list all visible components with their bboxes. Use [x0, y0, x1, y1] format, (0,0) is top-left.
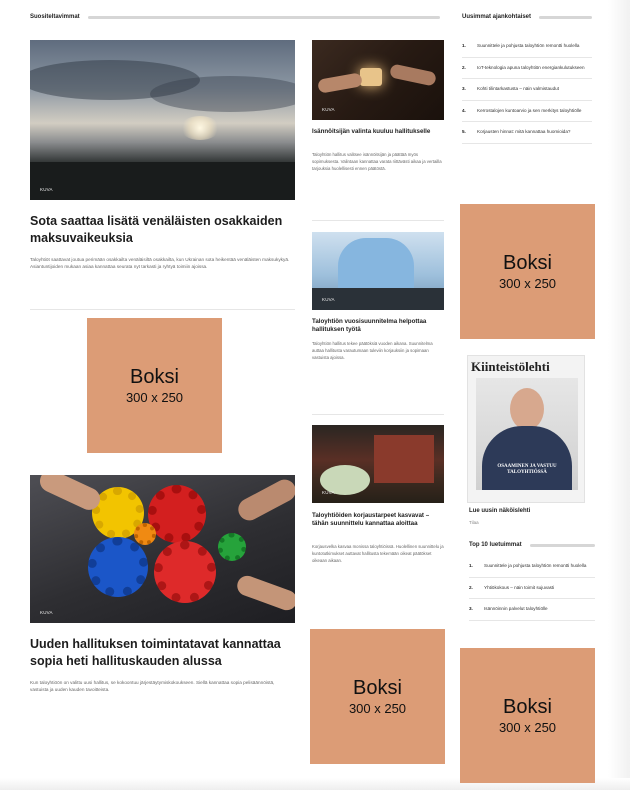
image-credit: KUVA	[40, 187, 53, 192]
ad-size: 300 x 250	[348, 700, 407, 716]
article-image-sky[interactable]: KUVA	[30, 40, 295, 200]
latest-news-list: 1. Suunnittele ja pohjusta taloyhtiön rem…	[462, 36, 592, 144]
ad-box[interactable]: Boksi 300 x 250	[460, 204, 595, 339]
treeline	[30, 162, 295, 200]
list-item[interactable]: 4. Kerrostalojen kuntoarvio ja sen merkit…	[462, 101, 592, 122]
hand-shape	[317, 72, 363, 94]
building-shape	[374, 435, 434, 483]
divider	[312, 414, 444, 415]
ad-label: Boksi	[503, 695, 552, 718]
article-title[interactable]: Sota saattaa lisätä venäläisten osakkaid…	[30, 213, 295, 247]
article-excerpt: Taloyhtiöt saattavat joutua perimään osa…	[30, 257, 290, 270]
section-title-right: Uusimmat ajankohtaiset	[462, 14, 532, 20]
article-title[interactable]: Taloyhtiöiden korjaustarpeet kasvavat – …	[312, 512, 444, 528]
divider	[30, 309, 295, 310]
hand-shape	[234, 475, 295, 525]
ad-box[interactable]: Boksi 300 x 250	[460, 648, 595, 783]
ad-size: 300 x 250	[498, 719, 557, 735]
body-shape	[482, 426, 572, 490]
divider	[312, 220, 444, 221]
section-header-left: Suositeltavimmat	[30, 14, 440, 20]
list-item[interactable]: 3. Isännöinnin palvelut taloyhtiölle	[469, 599, 595, 621]
list-item[interactable]: 5. Korjausten hinnat: mitä kannattaa huom…	[462, 122, 592, 144]
hand-shape	[389, 63, 437, 87]
section-header-top10: Top 10 luetuimmat	[469, 542, 595, 548]
image-credit: KUVA	[40, 610, 53, 615]
ad-size: 300 x 250	[125, 389, 184, 405]
page-edge-shadow-right	[608, 0, 630, 790]
magazine-subscribe-link[interactable]: Tilaa	[469, 520, 479, 525]
article-title[interactable]: Uuden hallituksen toimintatavat kannatta…	[30, 636, 295, 670]
article-excerpt: Taloyhtiön hallitus valitsee isännöitsij…	[312, 152, 442, 171]
article-title[interactable]: Taloyhtiön vuosisuunnitelma helpottaa ha…	[312, 318, 444, 334]
list-item[interactable]: 1. Suunnittele ja pohjusta taloyhtiön rem…	[462, 36, 592, 58]
magazine-masthead: Kiinteistölehti	[471, 359, 550, 374]
gear-icon	[218, 533, 246, 561]
gear-icon	[134, 523, 156, 545]
section-rule-right	[539, 15, 592, 19]
section-rule	[87, 15, 440, 19]
top10-list: 1. Suunnittele ja pohjusta taloyhtiön rem…	[469, 556, 595, 621]
magazine-link[interactable]: Lue uusin näköislehti	[469, 508, 530, 514]
article-excerpt: Korjausvelka kasvaa monissa taloyhtiöiss…	[312, 544, 444, 563]
section-title-top10: Top 10 luetuimmat	[469, 542, 522, 548]
article-image-gears[interactable]: KUVA	[30, 475, 295, 623]
gear-icon	[148, 485, 206, 543]
list-item[interactable]: 2. Yhtiökokous – näin toimit sujuvasti	[469, 578, 595, 599]
list-item-label: Kohti tilintarkastusta – näin valmistaud…	[477, 86, 559, 91]
image-credit: KUVA	[322, 490, 335, 495]
list-item[interactable]: 3. Kohti tilintarkastusta – näin valmista…	[462, 79, 592, 101]
sun-glow	[180, 116, 220, 140]
ad-size: 300 x 250	[498, 275, 557, 291]
section-header-right: Uusimmat ajankohtaiset	[462, 14, 592, 20]
list-item-label: Korjausten hinnat: mitä kannattaa huomio…	[477, 129, 571, 134]
article-image-courtyard[interactable]: KUVA	[312, 425, 444, 503]
hand-shape	[36, 475, 104, 514]
hand-shape	[234, 573, 295, 613]
puzzle-piece-shape	[360, 68, 382, 86]
cloud-shape	[150, 76, 295, 112]
gear-icon	[154, 541, 216, 603]
section-rule-top10	[529, 543, 595, 547]
section-title: Suositeltavimmat	[30, 14, 80, 20]
ad-box[interactable]: Boksi 300 x 250	[310, 629, 445, 764]
article-title[interactable]: Isännöitsijän valinta kuuluu hallituksel…	[312, 128, 444, 136]
person-shape	[338, 238, 414, 294]
gear-icon	[88, 537, 148, 597]
article-excerpt: Kun taloyhtiöön on valittu uusi hallitus…	[30, 680, 275, 693]
image-credit: KUVA	[322, 297, 335, 302]
list-item-label: Isännöinnin palvelut taloyhtiölle	[484, 606, 548, 611]
ad-label: Boksi	[130, 365, 179, 388]
cover-headline: OSAAMINEN JA VASTUU TALOYHTIÖSSÄ	[497, 464, 557, 475]
article-image-meeting[interactable]: KUVA	[312, 232, 444, 310]
list-item[interactable]: 1. Suunnittele ja pohjusta taloyhtiön rem…	[469, 556, 595, 578]
list-item-label: Yhtiökokous – näin toimit sujuvasti	[484, 584, 555, 590]
face-shape	[510, 388, 544, 430]
list-item-label: Suunnittele ja pohjusta taloyhtiön remon…	[484, 563, 587, 568]
image-credit: KUVA	[322, 107, 335, 112]
ad-label: Boksi	[503, 251, 552, 274]
ad-label: Boksi	[353, 676, 402, 699]
magazine-cover[interactable]: Kiinteistölehti OSAAMINEN JA VASTUU TALO…	[467, 355, 585, 503]
list-item-label: Kerrostalojen kuntoarvio ja sen merkitys…	[477, 107, 582, 113]
list-item[interactable]: 2. IoT-teknologia apuna taloyhtiön energi…	[462, 58, 592, 79]
ad-box[interactable]: Boksi 300 x 250	[87, 318, 222, 453]
article-excerpt: Taloyhtiön hallitus tekee päätöksiä vuod…	[312, 341, 433, 360]
list-item-label: IoT-teknologia apuna taloyhtiön energian…	[477, 64, 585, 70]
list-item-label: Suunnittele ja pohjusta taloyhtiön remon…	[477, 43, 580, 48]
article-image-puzzle[interactable]: KUVA	[312, 40, 444, 120]
